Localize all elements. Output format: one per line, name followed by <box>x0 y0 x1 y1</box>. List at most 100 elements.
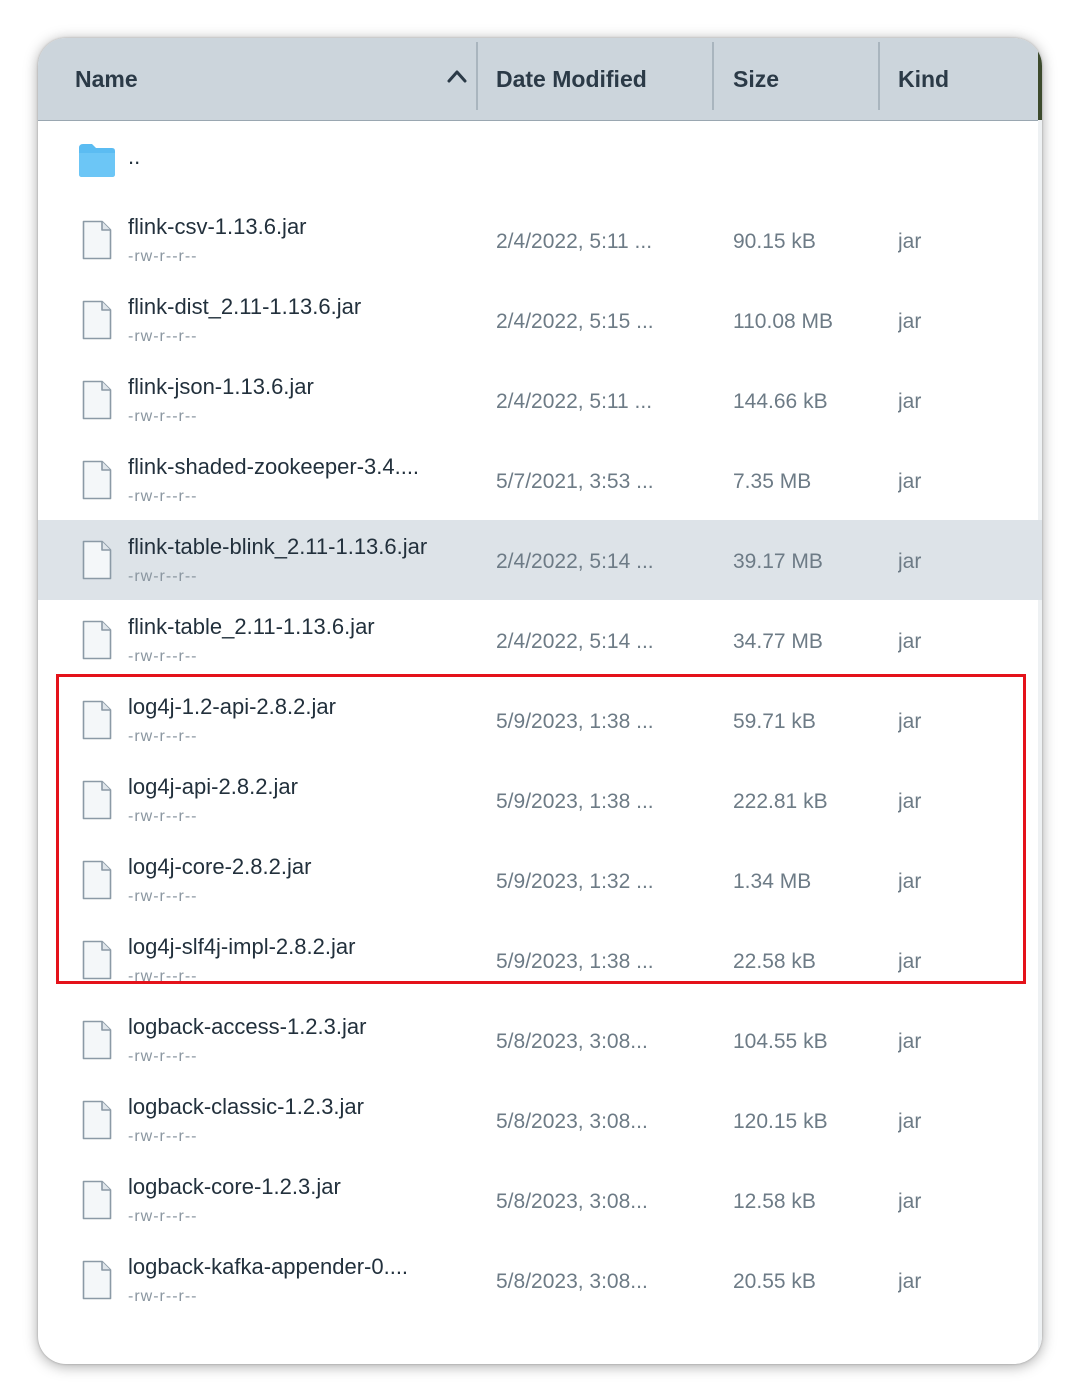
file-permissions: -rw-r--r-- <box>128 968 198 985</box>
file-row[interactable]: log4j-slf4j-impl-2.8.2.jar -rw-r--r-- 5/9/… <box>38 920 1042 1000</box>
file-icon <box>82 940 112 980</box>
file-icon <box>82 1260 112 1300</box>
file-kind: jar <box>898 550 922 573</box>
file-browser-window: Name Date Modified Size Kind .. flink-cs… <box>38 38 1042 1364</box>
file-permissions: -rw-r--r-- <box>128 568 198 585</box>
file-row[interactable]: flink-json-1.13.6.jar -rw-r--r-- 2/4/2022,… <box>38 360 1042 440</box>
file-size: 34.77 MB <box>733 630 823 653</box>
file-name: log4j-api-2.8.2.jar <box>128 774 298 799</box>
file-kind: jar <box>898 710 922 733</box>
size-column-label: Size <box>733 65 780 92</box>
file-permissions: -rw-r--r-- <box>128 408 198 425</box>
file-row[interactable]: logback-core-1.2.3.jar -rw-r--r-- 5/8/2023… <box>38 1160 1042 1240</box>
file-permissions: -rw-r--r-- <box>128 888 198 905</box>
file-row[interactable]: logback-access-1.2.3.jar -rw-r--r-- 5/8/20… <box>38 1000 1042 1080</box>
file-icon <box>82 1100 112 1140</box>
file-kind: jar <box>898 1110 922 1133</box>
kind-column-header[interactable]: Kind <box>898 38 949 120</box>
file-row[interactable]: log4j-1.2-api-2.8.2.jar -rw-r--r-- 5/9/202… <box>38 680 1042 760</box>
file-row[interactable]: logback-classic-1.2.3.jar -rw-r--r-- 5/8/2… <box>38 1080 1042 1160</box>
file-permissions: -rw-r--r-- <box>128 328 198 345</box>
date-modified-column-label: Date Modified <box>496 65 647 92</box>
parent-folder-label: .. <box>128 144 141 169</box>
column-divider[interactable] <box>712 42 714 110</box>
file-date-modified: 2/4/2022, 5:11 ... <box>496 390 653 413</box>
file-row[interactable]: flink-table_2.11-1.13.6.jar -rw-r--r-- 2/4… <box>38 600 1042 680</box>
file-row[interactable]: flink-table-blink_2.11-1.13.6.jar -rw-r--… <box>38 520 1042 600</box>
file-permissions: -rw-r--r-- <box>128 728 198 745</box>
file-row[interactable]: flink-shaded-zookeeper-3.4.... -rw-r--r--… <box>38 440 1042 520</box>
kind-column-label: Kind <box>898 65 950 92</box>
file-name: flink-dist_2.11-1.13.6.jar <box>128 294 362 319</box>
file-date-modified: 5/9/2023, 1:38 ... <box>496 790 654 813</box>
file-name: log4j-core-2.8.2.jar <box>128 854 312 879</box>
column-header: Name Date Modified Size Kind <box>38 38 1042 121</box>
file-date-modified: 5/9/2023, 1:38 ... <box>496 950 654 973</box>
file-icon <box>82 700 112 740</box>
file-permissions: -rw-r--r-- <box>128 1288 198 1305</box>
file-permissions: -rw-r--r-- <box>128 1128 198 1145</box>
file-date-modified: 2/4/2022, 5:11 ... <box>496 230 653 253</box>
file-date-modified: 5/9/2023, 1:32 ... <box>496 870 654 893</box>
name-column-header[interactable]: Name <box>75 38 138 120</box>
column-divider[interactable] <box>878 42 880 110</box>
file-date-modified: 2/4/2022, 5:14 ... <box>496 550 654 573</box>
file-permissions: -rw-r--r-- <box>128 808 198 825</box>
file-row[interactable]: log4j-core-2.8.2.jar -rw-r--r-- 5/9/2023, … <box>38 840 1042 920</box>
file-name: logback-kafka-appender-0.... <box>128 1254 409 1279</box>
file-name: logback-access-1.2.3.jar <box>128 1014 367 1039</box>
name-column-label: Name <box>75 65 138 92</box>
file-kind: jar <box>898 230 922 253</box>
file-size: 20.55 kB <box>733 1270 816 1293</box>
sort-ascending-icon[interactable] <box>446 68 468 84</box>
file-row[interactable]: flink-csv-1.13.6.jar -rw-r--r-- 2/4/2022, … <box>38 200 1042 280</box>
file-icon <box>82 780 112 820</box>
file-size: 104.55 kB <box>733 1030 828 1053</box>
file-date-modified: 2/4/2022, 5:15 ... <box>496 310 654 333</box>
file-icon <box>82 620 112 660</box>
file-kind: jar <box>898 870 922 893</box>
file-name: flink-csv-1.13.6.jar <box>128 214 307 239</box>
file-icon <box>82 380 112 420</box>
file-kind: jar <box>898 630 922 653</box>
file-kind: jar <box>898 1190 922 1213</box>
file-date-modified: 5/8/2023, 3:08... <box>496 1270 648 1293</box>
file-permissions: -rw-r--r-- <box>128 248 198 265</box>
file-size: 7.35 MB <box>733 470 812 493</box>
file-date-modified: 5/7/2021, 3:53 ... <box>496 470 654 493</box>
file-name: flink-shaded-zookeeper-3.4.... <box>128 454 420 479</box>
file-kind: jar <box>898 950 922 973</box>
file-size: 12.58 kB <box>733 1190 816 1213</box>
file-permissions: -rw-r--r-- <box>128 1048 198 1065</box>
file-permissions: -rw-r--r-- <box>128 648 198 665</box>
file-icon <box>82 460 112 500</box>
file-date-modified: 5/8/2023, 3:08... <box>496 1190 648 1213</box>
file-size: 22.58 kB <box>733 950 816 973</box>
file-row[interactable]: flink-dist_2.11-1.13.6.jar -rw-r--r-- 2/4/… <box>38 280 1042 360</box>
column-divider[interactable] <box>476 42 478 110</box>
header-edge <box>1038 38 1042 120</box>
file-size: 222.81 kB <box>733 790 828 813</box>
file-icon <box>82 1180 112 1220</box>
file-row[interactable]: logback-kafka-appender-0.... -rw-r--r-- 5/… <box>38 1240 1042 1320</box>
file-name: flink-json-1.13.6.jar <box>128 374 314 399</box>
file-name: log4j-1.2-api-2.8.2.jar <box>128 694 336 719</box>
file-kind: jar <box>898 1270 922 1293</box>
file-name: logback-core-1.2.3.jar <box>128 1174 341 1199</box>
file-row[interactable]: log4j-api-2.8.2.jar -rw-r--r-- 5/9/2023, 1… <box>38 760 1042 840</box>
file-kind: jar <box>898 790 922 813</box>
file-name: logback-classic-1.2.3.jar <box>128 1094 364 1119</box>
parent-folder-row[interactable]: .. <box>38 120 1042 200</box>
file-size: 39.17 MB <box>733 550 823 573</box>
file-size: 110.08 MB <box>733 310 834 333</box>
file-icon <box>82 860 112 900</box>
file-date-modified: 5/8/2023, 3:08... <box>496 1110 648 1133</box>
date-modified-column-header[interactable]: Date Modified <box>496 38 647 120</box>
file-name: flink-table_2.11-1.13.6.jar <box>128 614 375 639</box>
size-column-header[interactable]: Size <box>733 38 779 120</box>
file-icon <box>82 220 112 260</box>
folder-icon <box>79 144 115 177</box>
file-name: flink-table-blink_2.11-1.13.6.jar <box>128 534 428 559</box>
file-kind: jar <box>898 470 922 493</box>
file-size: 144.66 kB <box>733 390 828 413</box>
